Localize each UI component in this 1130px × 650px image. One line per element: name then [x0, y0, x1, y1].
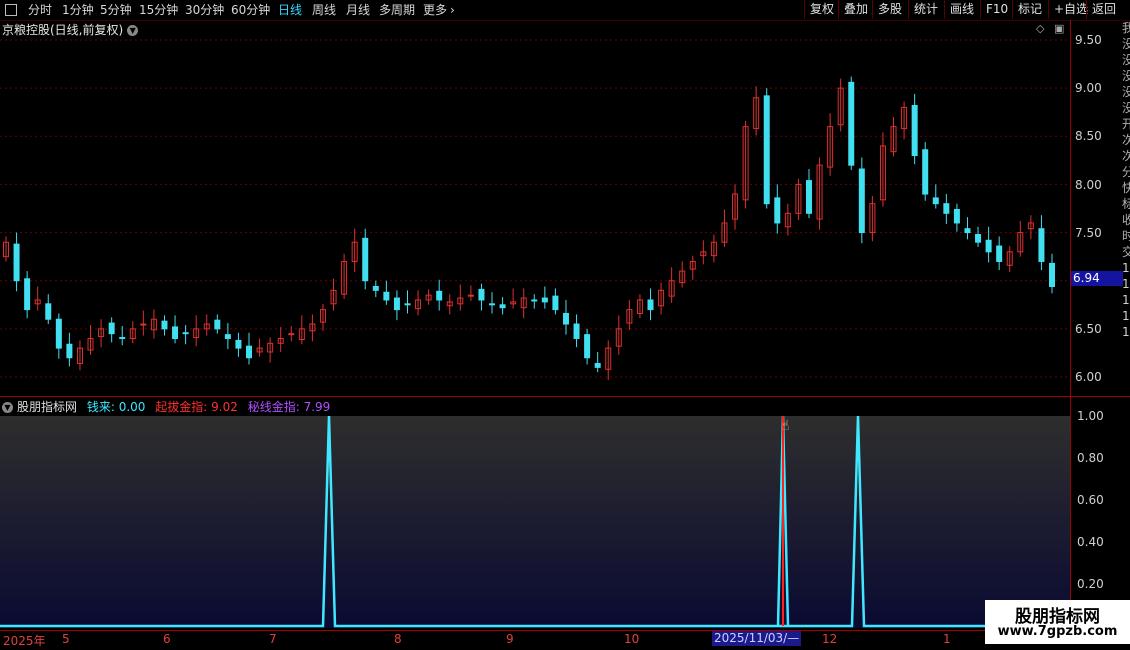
strip-label: 没 — [1122, 69, 1130, 83]
date-label: 2025年 — [3, 634, 46, 648]
strip-label: 次 — [1122, 133, 1130, 147]
strip-label: 开 — [1122, 117, 1130, 131]
date-label: 12 — [822, 632, 838, 646]
date-label: 8 — [394, 632, 402, 646]
strip-label: 收 — [1122, 213, 1130, 227]
indicator-tick: 0.40 — [1077, 535, 1104, 549]
strip-label: 1 — [1122, 309, 1130, 323]
qianlai-line — [0, 415, 1070, 628]
price-tick: 8.00 — [1075, 178, 1102, 192]
strip-label: 没 — [1122, 53, 1130, 67]
price-tick: 7.50 — [1075, 226, 1102, 240]
strip-label: 分 — [1122, 165, 1130, 179]
strip-label: 1 — [1122, 325, 1130, 339]
date-axis: 2025年 5 6 7 8 9 10 12 1 — [0, 630, 1070, 648]
strip-label: 次 — [1122, 149, 1130, 163]
strip-label: 1 — [1122, 277, 1130, 291]
watermark-url: www.7gpzb.com — [997, 624, 1118, 639]
date-label: 7 — [269, 632, 277, 646]
date-label: 6 — [163, 632, 171, 646]
date-label: 9 — [506, 632, 514, 646]
strip-label: 标 — [1122, 197, 1130, 211]
indicator-tick: 0.20 — [1077, 577, 1104, 591]
strip-label: 我 — [1122, 21, 1130, 35]
strip-label: 没 — [1122, 85, 1130, 99]
strip-label: 没 — [1122, 101, 1130, 115]
last-price-label: 6.94 — [1071, 271, 1123, 286]
strip-label: 时 — [1122, 229, 1130, 243]
date-label: 1 — [943, 632, 951, 646]
watermark: 股朋指标网 www.7gpzb.com — [985, 600, 1130, 644]
date-label: 10 — [624, 632, 640, 646]
price-axis: 9.50 9.00 8.50 8.00 7.50 6.50 6.00 — [1070, 20, 1123, 398]
strip-label: 交 — [1122, 245, 1130, 259]
strip-label: 快 — [1122, 181, 1130, 195]
price-tick: 9.50 — [1075, 33, 1102, 47]
date-label: 5 — [62, 632, 70, 646]
price-tick: 6.50 — [1075, 322, 1102, 336]
indicator-tick: 0.80 — [1077, 451, 1104, 465]
strip-label: 1 — [1122, 261, 1130, 275]
strip-label: 1 — [1122, 293, 1130, 307]
price-tick: 8.50 — [1075, 129, 1102, 143]
right-info-strip: 我没没没没没开次次分快标收时交11111 — [1122, 20, 1130, 630]
price-tick: 6.00 — [1075, 370, 1102, 384]
back-button[interactable]: 返回 — [1086, 0, 1121, 19]
hand-cursor-icon: ☝ — [781, 418, 790, 434]
indicator-axis: 1.00 0.80 0.60 0.40 0.20 — [1070, 397, 1123, 629]
strip-label: 没 — [1122, 37, 1130, 51]
date-cursor-label: 2025/11/03/— — [712, 631, 802, 646]
indicator-canvas: ☝ — [0, 415, 1070, 628]
price-tick: 9.00 — [1075, 81, 1102, 95]
indicator-tick: 0.60 — [1077, 493, 1104, 507]
indicator-tick: 1.00 — [1077, 409, 1104, 423]
